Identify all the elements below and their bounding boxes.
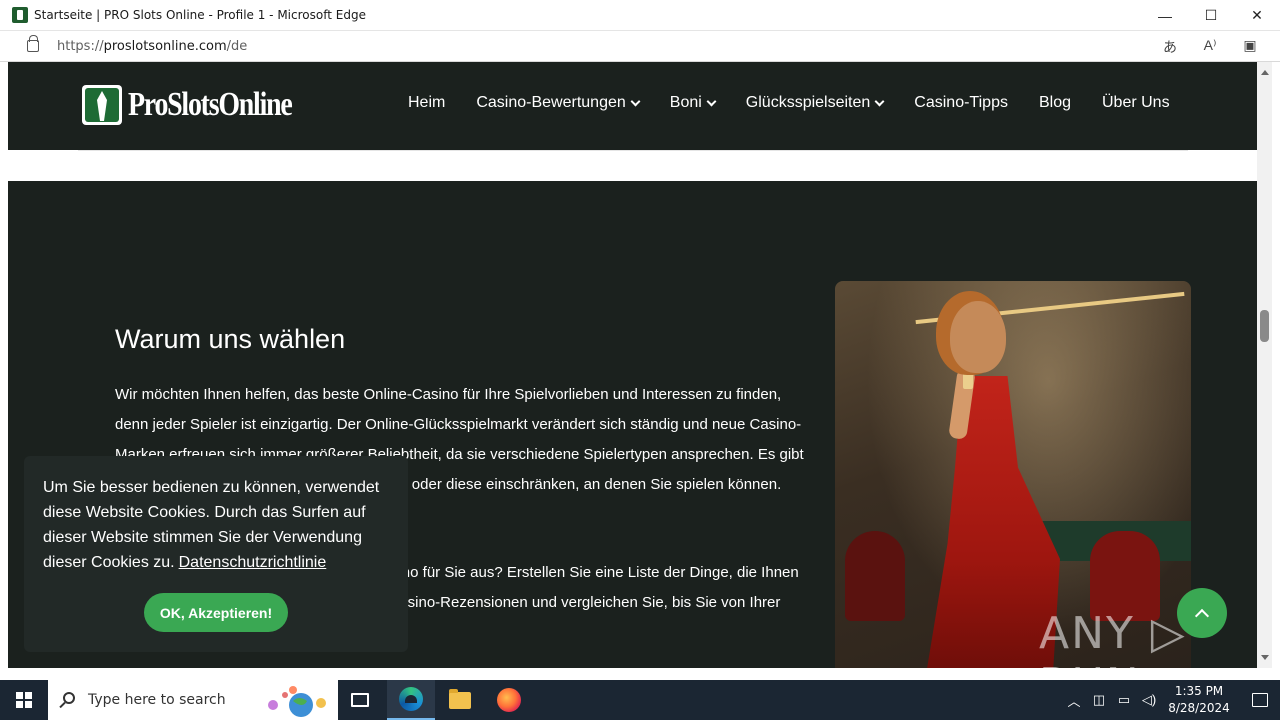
scroll-down-arrow-icon[interactable]: [1261, 655, 1269, 660]
taskbar-search-box[interactable]: Type here to search: [48, 680, 338, 720]
nav-label: Boni: [669, 94, 702, 111]
address-bar[interactable]: https://proslotsonline.com/de あ A⁾ ▣: [0, 31, 1280, 62]
scroll-to-top-button[interactable]: [1177, 588, 1227, 638]
edge-icon: [399, 687, 423, 711]
notification-center-button[interactable]: [1240, 680, 1280, 720]
nav-item-blog[interactable]: Blog: [1039, 94, 1071, 112]
cookie-banner: Um Sie besser bedienen zu können, verwen…: [24, 456, 408, 652]
volume-icon[interactable]: ◁): [1141, 692, 1157, 708]
nav-item-casino-tipps[interactable]: Casino-Tipps: [914, 94, 1008, 112]
windows-logo-icon: [16, 692, 32, 708]
scroll-up-arrow-icon[interactable]: [1261, 70, 1269, 75]
page-scrollbar[interactable]: [1257, 62, 1272, 668]
task-view-icon: [351, 693, 369, 707]
lock-icon[interactable]: [27, 35, 39, 52]
system-tray: ︿ ◫ ▭ ◁) 1:35 PM 8/28/2024: [1066, 680, 1280, 720]
nav-item-gluecksspielseiten[interactable]: Glücksspielseiten: [745, 94, 885, 112]
taskbar-file-explorer-button[interactable]: [436, 680, 484, 720]
window-title: Startseite | PRO Slots Online - Profile …: [34, 8, 366, 22]
maximize-button[interactable]: ☐: [1188, 0, 1234, 31]
nav-item-boni[interactable]: Boni: [669, 94, 717, 112]
network-icon[interactable]: ▭: [1116, 692, 1132, 708]
url-text[interactable]: https://proslotsonline.com/de: [57, 39, 247, 54]
minimize-button[interactable]: —: [1142, 0, 1188, 31]
nav-label: Heim: [408, 94, 446, 111]
nav-label: Glücksspielseiten: [745, 94, 871, 111]
nav-label: Blog: [1038, 94, 1071, 111]
chevron-up-icon: [1194, 608, 1210, 623]
site-favicon-icon: [12, 7, 28, 23]
taskbar-firefox-button[interactable]: [485, 680, 533, 720]
title-bar: Startseite | PRO Slots Online - Profile …: [0, 0, 1280, 31]
close-button[interactable]: ✕: [1234, 0, 1280, 31]
clock-date: 8/28/2024: [1168, 701, 1230, 715]
image-chair-left: [845, 531, 905, 621]
logo-text: ProSlotsOnline: [128, 86, 293, 123]
section-heading: Warum uns wählen: [115, 324, 346, 354]
image-head: [950, 301, 1006, 373]
search-placeholder: Type here to search: [88, 692, 226, 708]
chevron-down-icon: [874, 96, 885, 106]
windows-taskbar: Type here to search ︿ ◫ ▭ ◁) 1:35 PM 8/2…: [0, 680, 1280, 720]
folder-icon: [449, 688, 471, 709]
chevron-down-icon: [630, 96, 641, 106]
nav-label: Über Uns: [1102, 94, 1170, 111]
site-header: ProSlotsOnline Heim Casino-Bewertungen B…: [8, 62, 1257, 150]
clock-time: 1:35 PM: [1174, 684, 1224, 698]
read-aloud-icon[interactable]: A⁾: [1200, 37, 1220, 57]
search-highlight-art-icon: [268, 686, 326, 717]
url-path: /de: [226, 39, 248, 54]
nav-item-heim[interactable]: Heim: [408, 94, 445, 112]
search-icon: [63, 692, 75, 704]
taskbar-clock[interactable]: 1:35 PM 8/28/2024: [1166, 683, 1232, 717]
nav-item-casino-bewertungen[interactable]: Casino-Bewertungen: [476, 94, 641, 112]
nav-label: Casino-Bewertungen: [476, 94, 626, 111]
logo-tuxedo-icon: [82, 85, 122, 125]
notification-icon: [1252, 693, 1268, 707]
url-host: proslotsonline.com: [103, 39, 227, 54]
url-scheme: https://: [57, 39, 104, 54]
site-logo[interactable]: ProSlotsOnline: [82, 85, 327, 125]
accept-cookies-button[interactable]: OK, Akzeptieren!: [144, 593, 288, 632]
task-view-button[interactable]: [336, 680, 384, 720]
page-viewport: ProSlotsOnline Heim Casino-Bewertungen B…: [8, 62, 1257, 668]
taskbar-edge-button[interactable]: [387, 680, 435, 720]
nav-label: Casino-Tipps: [914, 94, 1008, 111]
split-screen-icon[interactable]: ▣: [1240, 37, 1260, 57]
cookie-text-block: Um Sie besser bedienen zu können, verwen…: [43, 475, 388, 575]
address-bar-actions: あ A⁾ ▣: [1160, 37, 1260, 57]
nav-item-ueber-uns[interactable]: Über Uns: [1102, 94, 1170, 112]
main-nav: Heim Casino-Bewertungen Boni Glücksspiel…: [408, 94, 1201, 112]
translate-icon[interactable]: あ: [1160, 37, 1180, 57]
chevron-down-icon: [706, 96, 717, 106]
window-controls: — ☐ ✕: [1142, 0, 1280, 31]
firefox-icon: [497, 688, 521, 712]
content-divider-band: [8, 150, 1257, 181]
chevron-up-icon[interactable]: ︿: [1066, 691, 1082, 710]
start-button[interactable]: [0, 680, 48, 720]
scrollbar-thumb[interactable]: [1260, 310, 1269, 342]
meet-now-icon[interactable]: ◫: [1091, 692, 1107, 708]
privacy-policy-link[interactable]: Datenschutzrichtlinie: [179, 554, 327, 571]
